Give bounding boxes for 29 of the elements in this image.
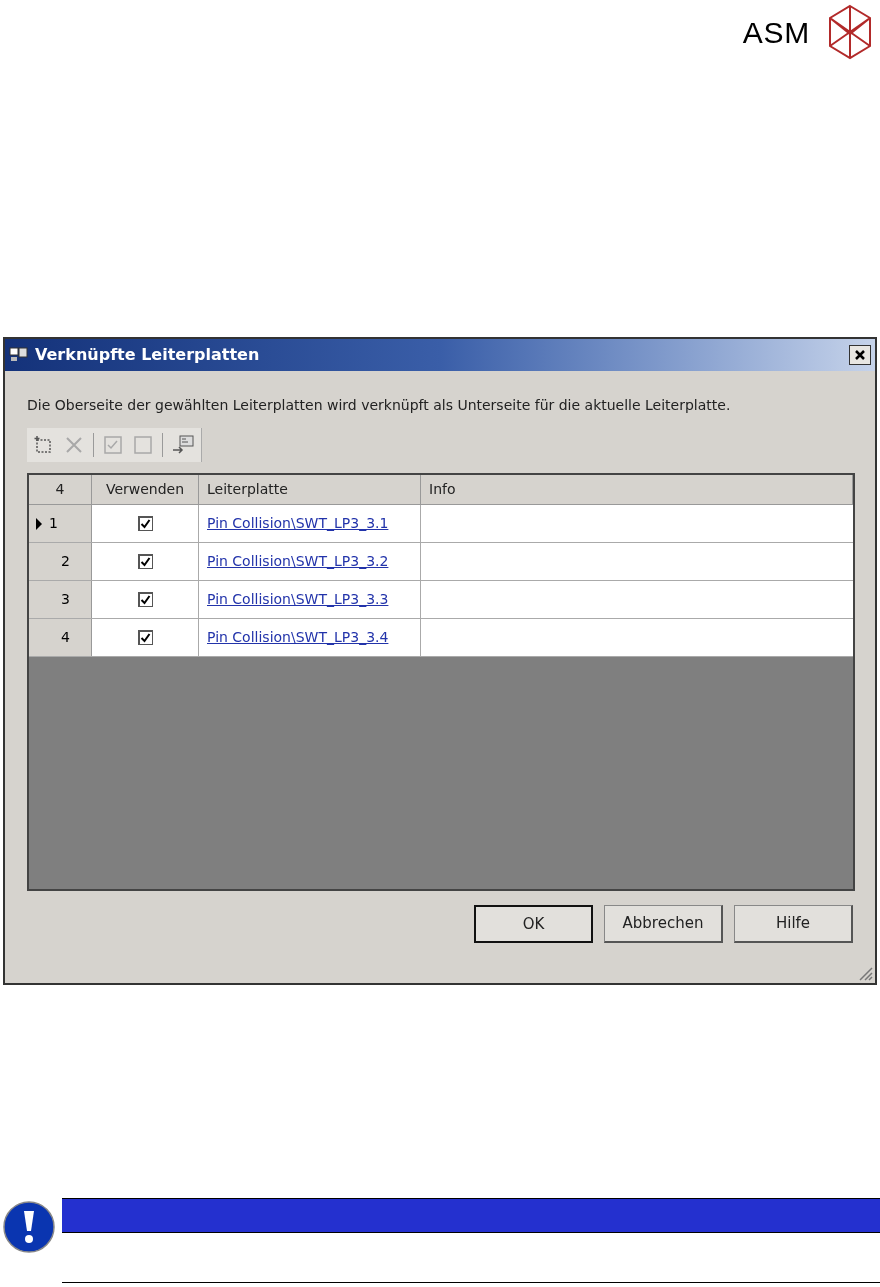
- logo-text: ASM: [742, 14, 810, 51]
- column-header[interactable]: Verwenden: [92, 475, 199, 504]
- row-header[interactable]: 4: [29, 619, 92, 656]
- window-title: Verknüpfte Leiterplatten: [35, 344, 260, 366]
- dialog-button[interactable]: OK: [474, 905, 593, 943]
- row-header[interactable]: 1: [29, 505, 92, 542]
- resize-grip-icon[interactable]: [857, 965, 873, 981]
- logo-icon: [826, 4, 874, 60]
- row-number: 3: [61, 590, 70, 609]
- current-row-icon: [35, 517, 43, 530]
- row-number: 4: [61, 628, 70, 647]
- row-count-header: 4: [29, 475, 92, 504]
- dialog-button[interactable]: Abbrechen: [604, 905, 723, 943]
- dialog-button[interactable]: Hilfe: [734, 905, 853, 943]
- use-checkbox[interactable]: [137, 592, 153, 607]
- column-header[interactable]: Leiterplatte: [199, 475, 421, 504]
- close-button[interactable]: [849, 345, 871, 365]
- use-checkbox[interactable]: [137, 554, 153, 569]
- row-number: 1: [49, 514, 58, 533]
- column-header[interactable]: Info: [421, 475, 853, 504]
- board-arrow-icon[interactable]: [171, 434, 195, 456]
- row-header[interactable]: 2: [29, 543, 92, 580]
- row-number: 2: [61, 552, 70, 571]
- row-header[interactable]: 3: [29, 581, 92, 618]
- use-checkbox[interactable]: [137, 630, 153, 645]
- app-icon: [9, 347, 29, 363]
- description-text: Die Oberseite der gewählten Leiterplatten wird verknüpft als Unterseite für die aktuelle Leiterplatte.: [27, 396, 732, 415]
- use-checkbox[interactable]: [137, 516, 153, 531]
- close-icon: [854, 349, 866, 361]
